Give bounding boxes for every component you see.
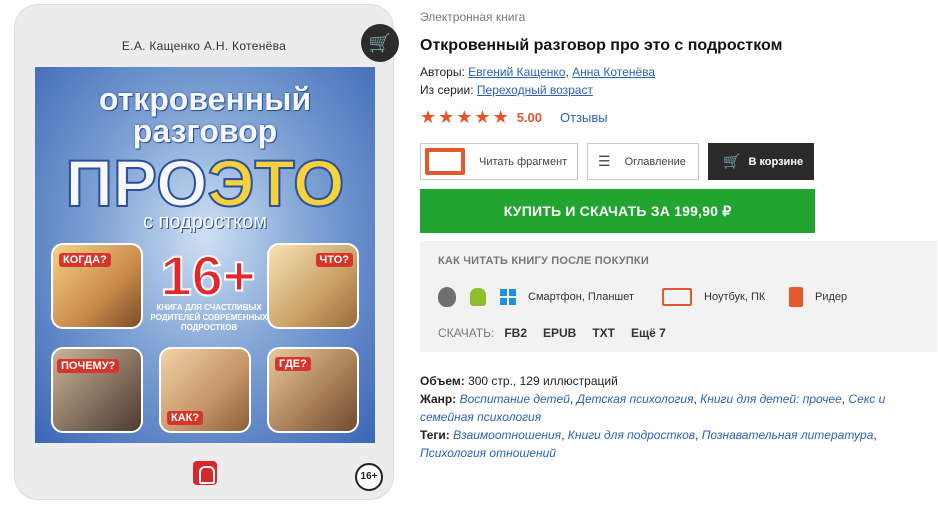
genre-link[interactable]: Детская психология xyxy=(577,392,694,406)
star-icon: ★ xyxy=(420,107,437,127)
device-laptop-label: Ноутбук, ПК xyxy=(704,291,766,303)
device-phone: Смартфон, Планшет xyxy=(438,286,634,308)
cover-tile-label: КОГДА? xyxy=(59,253,111,267)
cover-art: откровенный разговор ПРОЭТО с подростком… xyxy=(35,67,375,443)
rating-value: 5.00 xyxy=(516,109,543,125)
format-link[interactable]: FB2 xyxy=(504,326,527,340)
format-link[interactable]: TXT xyxy=(592,326,615,340)
genre-line: Жанр: Воспитание детей, Детская психолог… xyxy=(420,392,886,424)
author-separator: , xyxy=(565,65,569,79)
cover-tagline: КНИГА ДЛЯ СЧАСТЛИВЫХ РОДИТЕЛЕЙ СОВРЕМЕНН… xyxy=(150,303,268,332)
genre-link[interactable]: Книги для детей: прочее xyxy=(700,392,842,406)
in-cart-label: В корзине xyxy=(748,155,804,168)
how-to-read-title: КАК ЧИТАТЬ КНИГУ ПОСЛЕ ПОКУПКИ xyxy=(438,255,649,267)
star-icon: ★ xyxy=(492,107,509,127)
download-label: СКАЧАТЬ: xyxy=(438,326,495,340)
tags-label: Теги: xyxy=(420,428,450,442)
tag-link[interactable]: Книги для подростков xyxy=(568,428,695,442)
genre-link[interactable]: Воспитание детей xyxy=(460,392,570,406)
volume-value: 300 стр., 129 иллюстраций xyxy=(464,374,618,388)
cover-tile-photo: ГДЕ? xyxy=(267,347,359,433)
device-phone-label: Смартфон, Планшет xyxy=(528,291,635,303)
format-link[interactable]: EPUB xyxy=(543,326,576,340)
laptop-icon xyxy=(662,288,692,306)
series-link[interactable]: Переходный возраст xyxy=(477,83,593,97)
product-type: Электронная книга xyxy=(420,10,526,24)
cover-tile-photo: ЧТО? xyxy=(267,243,359,329)
book-cover[interactable]: Е.А. Кащенко А.Н. Котенёва откровенный р… xyxy=(14,4,399,500)
product-title: Откровенный разговор про это с подростко… xyxy=(420,37,783,54)
cover-tile-photo: ПОЧЕМУ? xyxy=(51,347,143,433)
cover-tile-label: ПОЧЕМУ? xyxy=(57,359,120,373)
authors-line: Авторы: Евгений Кащенко, Анна Котенёва xyxy=(420,65,655,79)
volume-line: Объем: 300 стр., 129 иллюстраций xyxy=(420,372,920,390)
cover-tile-photo: КАК? xyxy=(159,347,251,433)
genre-label: Жанр: xyxy=(420,392,457,406)
cover-tile-label: ГДЕ? xyxy=(275,357,311,371)
cover-big-title: ПРОЭТО xyxy=(35,145,375,221)
series-label: Из серии: xyxy=(420,83,474,97)
volume-label: Объем: xyxy=(420,374,465,388)
star-icon: ★ xyxy=(474,107,491,127)
authors-label: Авторы: xyxy=(420,65,465,79)
cover-tile-label: ЧТО? xyxy=(315,253,353,267)
android-icon xyxy=(470,288,486,306)
list-icon: ☰ xyxy=(598,153,611,169)
how-to-read-panel: КАК ЧИТАТЬ КНИГУ ПОСЛЕ ПОКУПКИ Смартфон,… xyxy=(420,241,937,352)
read-fragment-label: Читать фрагмент xyxy=(479,155,568,168)
cart-icon[interactable]: 🛒 xyxy=(361,24,399,62)
rating: ★ ★ ★ ★ ★ 5.00 Отзывы xyxy=(420,108,608,126)
tags-line: Теги: Взаимоотношения, Книги для подрост… xyxy=(420,428,877,460)
read-fragment-button[interactable]: Читать фрагмент xyxy=(420,143,578,180)
cover-big-pro: ПРО xyxy=(65,145,209,221)
cover-authors: Е.А. Кащенко А.Н. Котенёва xyxy=(121,39,287,53)
tag-link[interactable]: Взаимоотношения xyxy=(453,428,561,442)
cover-big-eto: ЭТО xyxy=(206,145,345,221)
device-laptop: Ноутбук, ПК xyxy=(662,286,765,308)
author-link[interactable]: Евгений Кащенко xyxy=(468,65,565,79)
author-link[interactable]: Анна Котенёва xyxy=(572,65,655,79)
star-icon: ★ xyxy=(438,107,455,127)
device-reader-label: Ридер xyxy=(815,291,848,303)
star-icon: ★ xyxy=(456,107,473,127)
windows-icon xyxy=(500,289,516,305)
ereader-icon xyxy=(789,287,803,307)
age-rating-badge: 16+ xyxy=(355,463,383,491)
cover-subtitle: с подростком xyxy=(143,211,267,233)
apple-icon xyxy=(438,287,456,307)
open-book-icon xyxy=(425,148,465,175)
tag-link[interactable]: Познавательная литература xyxy=(702,428,874,442)
series-line: Из серии: Переходный возраст xyxy=(420,83,593,97)
toc-label: Оглавление xyxy=(624,155,686,168)
buy-button[interactable]: КУПИТЬ И СКАЧАТЬ ЗА 199,90 ₽ xyxy=(420,189,815,233)
download-formats: СКАЧАТЬ: FB2 EPUB TXT Ещё 7 xyxy=(438,326,682,340)
device-reader: Ридер xyxy=(789,286,847,308)
cover-age-label: 16+ xyxy=(160,243,257,308)
publisher-logo-icon xyxy=(193,461,217,485)
cover-tile-photo: КОГДА? xyxy=(51,243,143,329)
in-cart-button[interactable]: 🛒 В корзине xyxy=(708,143,814,180)
reviews-link[interactable]: Отзывы xyxy=(560,110,608,125)
tag-link[interactable]: Психология отношений xyxy=(420,446,556,460)
cover-tile-label: КАК? xyxy=(167,411,204,425)
more-formats-link[interactable]: Ещё 7 xyxy=(631,326,666,340)
cart-icon: 🛒 xyxy=(723,153,741,169)
toc-button[interactable]: ☰ Оглавление xyxy=(587,143,699,180)
